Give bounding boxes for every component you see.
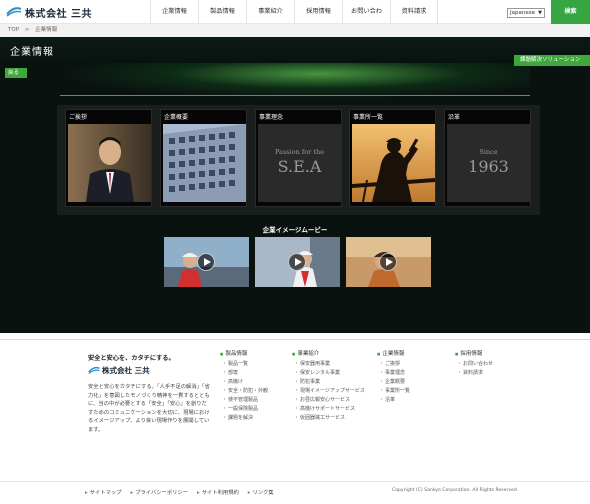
footer-link[interactable]: 保安器用事業: [292, 360, 365, 369]
footer-col-business: 事業紹介 保安器用事業 保安レンタル事業 防犯事業 現場イメージアップサービス …: [292, 349, 365, 423]
footer-col-heading[interactable]: 事業紹介: [292, 349, 365, 357]
history-year: 1963: [468, 157, 509, 176]
movie-thumbnails: [164, 237, 434, 287]
chevron-down-icon: ▼: [538, 10, 542, 16]
footer-tagline: 安全と安心を、カタチにする。: [88, 355, 175, 362]
copyright: Copyright (C) Sankyo Corporation. All Ri…: [392, 488, 519, 493]
footer-link[interactable]: お問い合わせ: [455, 360, 493, 369]
footer-link[interactable]: 沿革: [377, 396, 410, 405]
footer-description: 安全と安心をカタチにする。「人手不足の解消」「省力化」を意図したモノづくり精神を…: [88, 384, 210, 433]
card-offices[interactable]: 事業所一覧: [349, 109, 436, 207]
hero-section: 企業情報 課題解決ソリューション 戻る ご挨拶 企業概要 事業理念 Passio…: [0, 37, 590, 333]
nav-recruit[interactable]: 採用情報: [294, 0, 342, 24]
footer-link[interactable]: 資料請求: [455, 369, 493, 378]
footer-link[interactable]: 安全・防犯・外観: [220, 387, 268, 396]
company-cards: ご挨拶 企業概要 事業理念 Passion for the S.E.A 事業所一…: [57, 105, 540, 215]
card-label: 事業理念: [259, 114, 284, 121]
card-label: ご挨拶: [69, 114, 88, 121]
terms-link[interactable]: サイト利用規約: [197, 488, 239, 496]
footer-col-products: 製品情報 製品一覧 部専 高機け 安全・防犯・外観 使不管理製品 一般保険製品 …: [220, 349, 268, 423]
site-footer: 安全と安心を、カタチにする。 株式会社 三共 安全と安心をカタチにする。「人手不…: [0, 333, 590, 504]
play-icon[interactable]: [288, 253, 306, 271]
site-header: 株式会社 三共 企業情報 製品情報 事業紹介 採用情報 お問い合わせ 資料請求 …: [0, 0, 590, 39]
privacy-policy-link[interactable]: プライバシーポリシー: [130, 488, 188, 496]
movie-section-title: 企業イメージムービー: [262, 226, 328, 234]
building-photo: [163, 124, 246, 202]
footer-link[interactable]: 仮囲器械工サービス: [292, 414, 365, 423]
philosophy-title: S.E.A: [277, 157, 322, 176]
footer-link[interactable]: 課題を解決: [220, 414, 268, 423]
nav-business[interactable]: 事業紹介: [246, 0, 294, 24]
logo-text: 株式会社 三共: [25, 8, 92, 20]
footer-bottom-bar: サイトマップ プライバシーポリシー サイト利用規約 リンク集 Copyright…: [0, 481, 590, 504]
green-divider: [60, 95, 530, 96]
card-label: 沿革: [448, 114, 461, 121]
footer-link[interactable]: 高機け: [220, 378, 268, 387]
footer-logo-text: 株式会社 三共: [102, 366, 150, 375]
logo[interactable]: 株式会社 三共: [6, 5, 92, 20]
card-history[interactable]: 沿革 Since 1963: [444, 109, 531, 207]
nav-company[interactable]: 企業情報: [150, 0, 198, 24]
footer-link[interactable]: 事業所一覧: [377, 387, 410, 396]
footer-link[interactable]: ご挨拶: [377, 360, 410, 369]
footer-link[interactable]: 事業理念: [377, 369, 410, 378]
footer-link[interactable]: 保安レンタル事業: [292, 369, 365, 378]
footer-link[interactable]: 一般保険製品: [220, 405, 268, 414]
nav-products[interactable]: 製品情報: [198, 0, 246, 24]
card-overview[interactable]: 企業概要: [160, 109, 247, 207]
nav-documents[interactable]: 資料請求: [390, 0, 438, 24]
footer-col-heading[interactable]: 製品情報: [220, 349, 268, 357]
page-title-bar: 企業情報: [0, 37, 590, 63]
back-label: 戻る: [8, 70, 20, 76]
footer-link[interactable]: 製品一覧: [220, 360, 268, 369]
footer-link[interactable]: 企業概要: [377, 378, 410, 387]
nav-contact[interactable]: お問い合わせ: [342, 0, 390, 39]
footer-divider: [0, 339, 590, 340]
history-panel: Since 1963: [447, 124, 530, 202]
history-subtitle: Since: [479, 148, 498, 156]
search-button[interactable]: 検索: [551, 0, 590, 24]
movie-thumbnail-3[interactable]: [346, 237, 431, 287]
footer-col-company: 企業情報 ご挨拶 事業理念 企業概要 事業所一覧 沿革: [377, 349, 410, 405]
play-icon[interactable]: [197, 253, 215, 271]
logo-mark-icon: [6, 7, 22, 17]
card-label: 企業概要: [164, 114, 189, 121]
footer-logo[interactable]: 株式会社 三共: [88, 365, 150, 376]
footer-link[interactable]: お昼広報安心サービス: [292, 396, 365, 405]
language-select[interactable]: Japanese ▼: [507, 8, 545, 18]
back-button[interactable]: 戻る: [5, 68, 27, 78]
card-label: 事業所一覧: [353, 114, 384, 121]
worker-silhouette-photo: [352, 124, 435, 202]
footer-link[interactable]: 使不管理製品: [220, 396, 268, 405]
president-photo: [68, 124, 151, 202]
footer-link[interactable]: 現場イメージアップサービス: [292, 387, 365, 396]
footer-col-recruit: 採用情報 お問い合わせ 資料請求: [455, 349, 493, 378]
links-link[interactable]: リンク集: [248, 488, 273, 496]
breadcrumb-top[interactable]: TOP: [8, 27, 19, 33]
logo-mark-icon: [88, 366, 100, 374]
global-nav: 企業情報 製品情報 事業紹介 採用情報 お問い合わせ 資料請求: [150, 0, 438, 39]
movie-thumbnail-2[interactable]: [255, 237, 340, 287]
breadcrumb: TOP > 企業情報: [0, 24, 590, 37]
card-philosophy[interactable]: 事業理念 Passion for the S.E.A: [255, 109, 342, 207]
play-icon[interactable]: [379, 253, 397, 271]
sitemap-link[interactable]: サイトマップ: [85, 488, 122, 496]
language-value: Japanese: [510, 10, 535, 16]
footer-link[interactable]: 防犯事業: [292, 378, 365, 387]
movie-thumbnail-1[interactable]: [164, 237, 249, 287]
footer-bottom-links: サイトマップ プライバシーポリシー サイト利用規約 リンク集: [85, 488, 283, 496]
card-greeting[interactable]: ご挨拶: [65, 109, 152, 207]
footer-link[interactable]: 高機けサポートサービス: [292, 405, 365, 414]
philosophy-panel: Passion for the S.E.A: [258, 124, 341, 202]
footer-link[interactable]: 部専: [220, 369, 268, 378]
footer-col-heading[interactable]: 採用情報: [455, 349, 493, 357]
breadcrumb-separator: >: [24, 27, 30, 33]
page-title: 企業情報: [10, 47, 54, 58]
footer-col-heading[interactable]: 企業情報: [377, 349, 410, 357]
green-glow: [60, 63, 530, 99]
breadcrumb-current: 企業情報: [35, 27, 58, 33]
philosophy-subtitle: Passion for the: [274, 148, 324, 156]
